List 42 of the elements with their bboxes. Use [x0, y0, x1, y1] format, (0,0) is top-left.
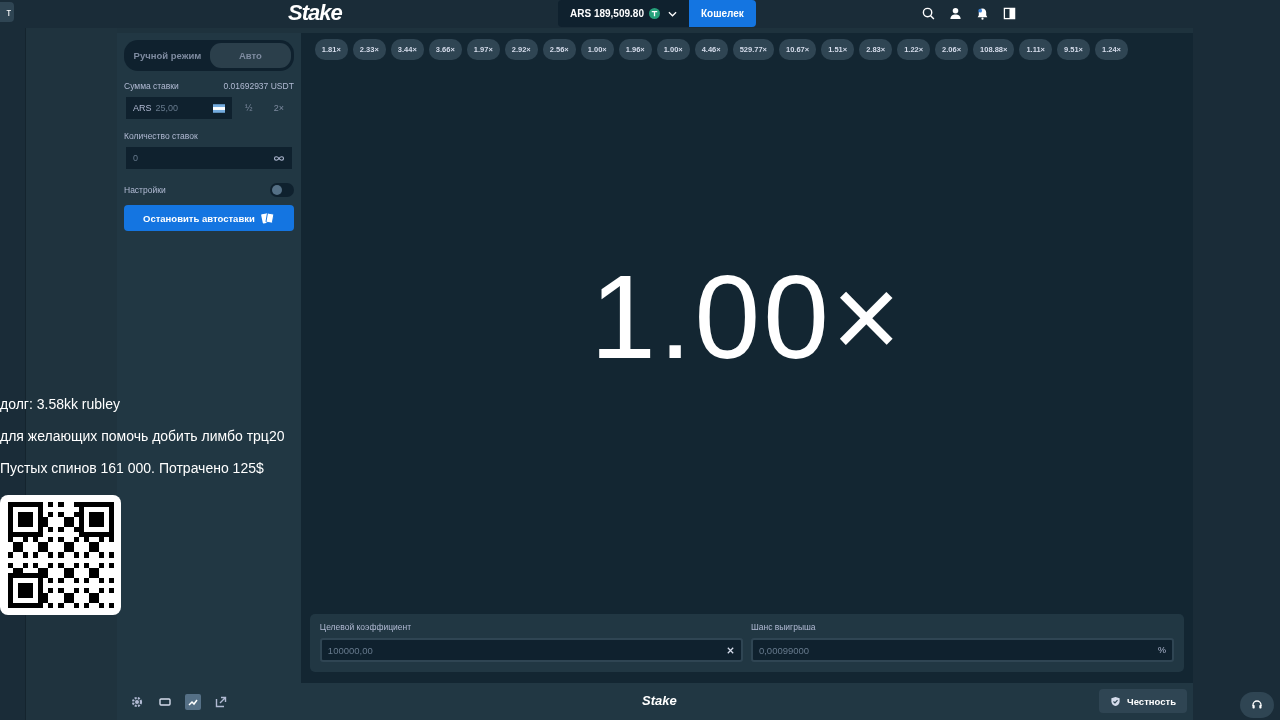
menu-button[interactable]: т	[0, 2, 14, 22]
qr-code-icon	[0, 495, 121, 615]
flag-icon	[212, 103, 225, 113]
sidebar-icon[interactable]	[1003, 7, 1016, 20]
headset-icon	[1251, 699, 1263, 711]
cards-icon	[259, 211, 275, 225]
bell-icon[interactable]	[976, 7, 989, 20]
wallet-button[interactable]: Кошелек	[688, 0, 756, 27]
balance-dropdown[interactable]: ARS 189,509.80	[558, 0, 689, 27]
target-multiplier-field[interactable]: 100000,00	[319, 638, 743, 662]
result-multiplier: 1.00×	[590, 250, 904, 385]
coin-icon	[648, 8, 660, 19]
win-chance-field[interactable]: 0,00099000 %	[750, 638, 1174, 662]
field-label: Шанс выигрыша	[750, 622, 817, 632]
field-label: Количество ставок	[124, 131, 198, 141]
stop-autobet-button[interactable]: Остановить автоставки	[124, 205, 294, 231]
infinity-icon	[272, 154, 285, 162]
support-button[interactable]	[1240, 692, 1274, 718]
search-icon[interactable]	[922, 7, 935, 20]
chevron-down-icon	[667, 10, 677, 17]
overlay-text: Пустых спинов 161 000. Потрачено 125$	[0, 459, 265, 478]
chart-icon[interactable]	[185, 693, 201, 710]
mode-tab[interactable]: Авто	[209, 43, 291, 68]
logo: Stake	[642, 693, 677, 708]
settings-toggle[interactable]	[269, 183, 294, 197]
settings-label: Настройки	[124, 185, 166, 195]
shield-icon	[1110, 695, 1122, 707]
fairness-button[interactable]: Честность	[1099, 689, 1187, 713]
bet-amount-field[interactable]: ARS 25,00	[124, 95, 234, 121]
half-button[interactable]: ½	[233, 95, 264, 121]
overlay-text: долг: 3.58kk rubley	[0, 395, 121, 414]
double-button[interactable]: 2×	[263, 95, 294, 121]
close-icon[interactable]	[725, 645, 735, 655]
overlay-text: для желающих помочь добить лимбо трц20	[0, 427, 285, 446]
converted-amount: 0.01692937 USDT	[223, 81, 294, 91]
percent-suffix: %	[1158, 645, 1166, 655]
logo[interactable]: Stake	[288, 0, 342, 26]
field-label: Целевой коэффициент	[319, 622, 413, 632]
bet-count-field[interactable]: 0	[124, 145, 294, 171]
mode-tab[interactable]: Ручной режим	[127, 43, 208, 68]
field-label: Сумма ставки	[124, 81, 179, 91]
user-icon[interactable]	[949, 7, 962, 20]
